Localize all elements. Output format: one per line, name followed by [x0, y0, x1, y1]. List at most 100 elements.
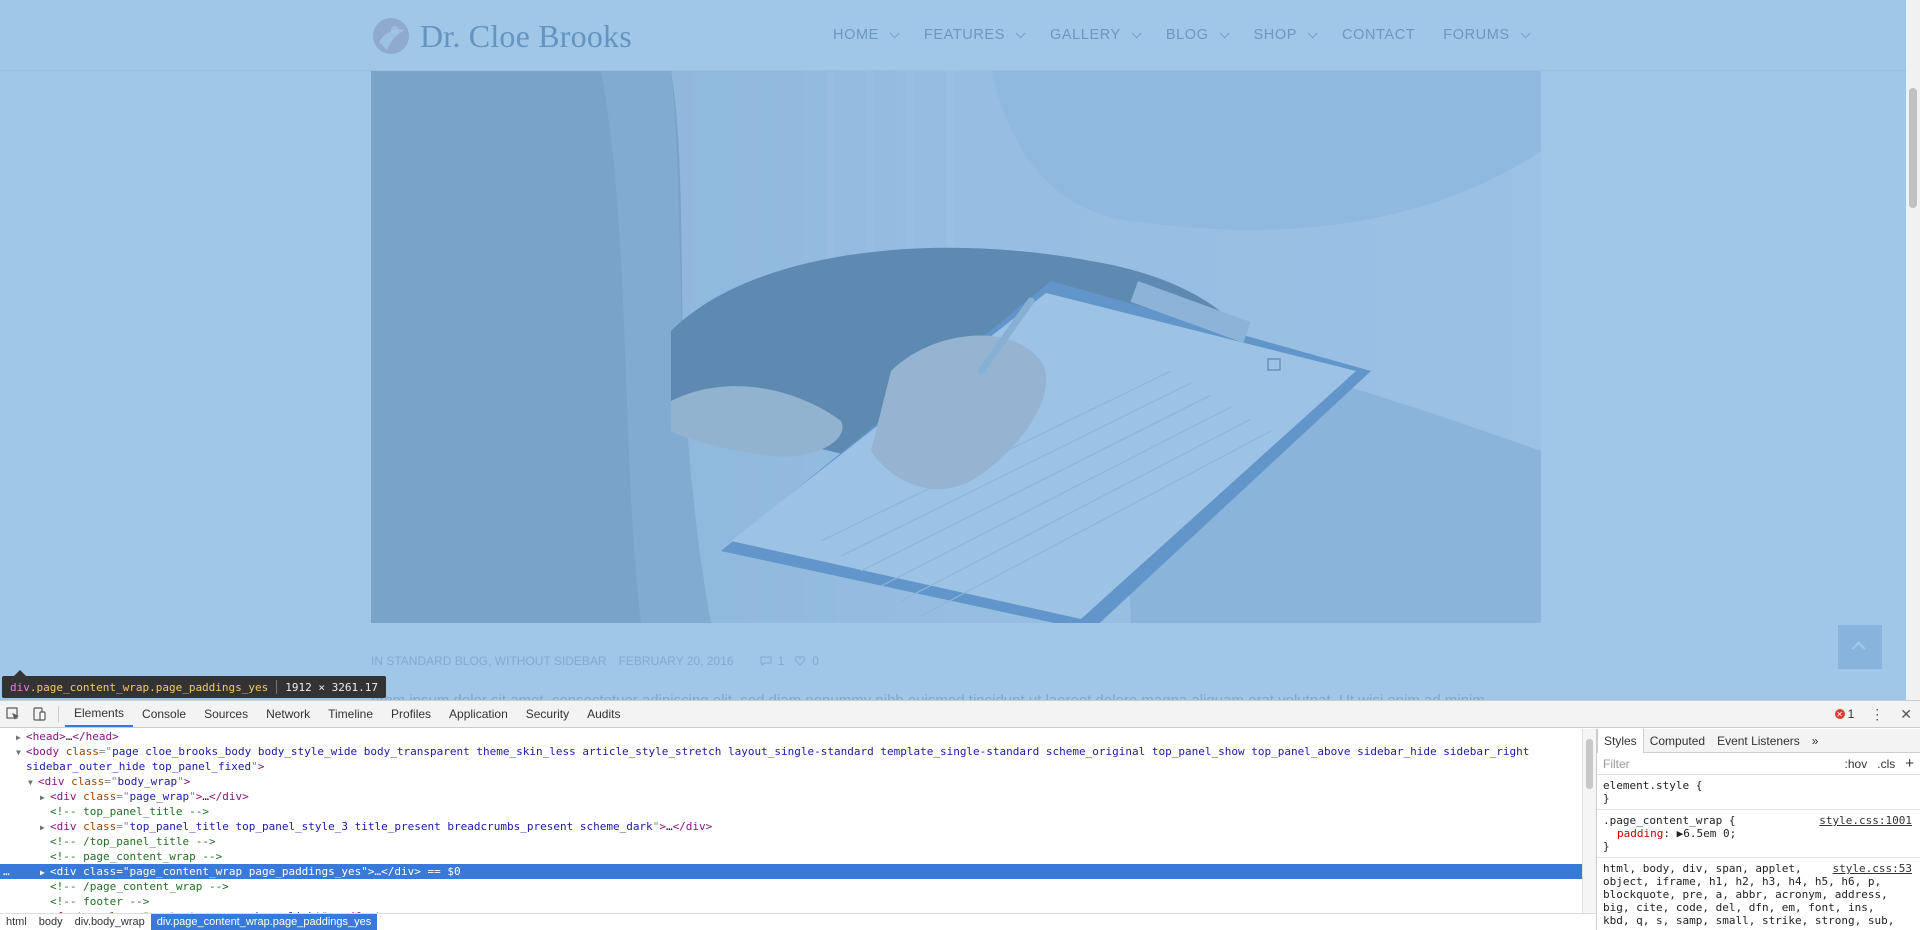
dom-token-eq: =" — [104, 775, 118, 788]
breadcrumb-page-content-wrap[interactable]: div.page_content_wrap.page_paddings_yes — [150, 914, 378, 930]
dom-node[interactable]: <!-- footer --> — [0, 894, 1582, 909]
class-toggle[interactable]: .cls — [1877, 757, 1895, 771]
tab-audits[interactable]: Audits — [578, 701, 629, 727]
dom-token-tag: <body — [26, 745, 66, 758]
dom-tree-scrollbar[interactable] — [1582, 729, 1596, 913]
expand-triangle-icon[interactable]: ▶ — [40, 790, 50, 805]
tab-network[interactable]: Network — [257, 701, 319, 727]
dom-token-tag: <div — [50, 790, 84, 803]
dom-token-tag: <div — [38, 775, 72, 788]
clipboard-writing-photo — [371, 71, 1541, 623]
like-count[interactable]: 0 — [812, 654, 819, 668]
rule-selector-line: blockquote, pre, a, abbr, acronym, addre… — [1603, 888, 1888, 901]
devtools-right-controls: ✕ 1 ⋮ ✕ — [1834, 701, 1912, 727]
dom-node[interactable]: ▶ <head>…</head> — [0, 729, 1582, 744]
expand-triangle-icon[interactable]: ▶ — [16, 730, 26, 745]
device-toolbar-button[interactable] — [26, 701, 52, 727]
dom-node[interactable]: <!-- page_content_wrap --> — [0, 849, 1582, 864]
dom-node[interactable]: <!-- /page_content_wrap --> — [0, 879, 1582, 894]
node-actions-icon[interactable]: … — [3, 864, 10, 879]
tab-profiles[interactable]: Profiles — [382, 701, 440, 727]
dom-token-eq: " — [177, 775, 184, 788]
website-viewport: Dr. Cloe Brooks HOME FEATURES GALLERY BL… — [0, 0, 1920, 700]
dom-tree-scrollbar-thumb[interactable] — [1586, 739, 1593, 789]
collapse-triangle-icon[interactable]: ▼ — [16, 745, 26, 760]
devtools-toolbar: Elements Console Sources Network Timelin… — [0, 701, 1920, 728]
tooltip-divider — [276, 680, 278, 694]
more-options-icon[interactable]: ⋮ — [1870, 706, 1884, 723]
chevron-down-icon — [1219, 27, 1230, 38]
reset-rule[interactable]: html, body, div, span, applet, style.css… — [1597, 858, 1920, 930]
dom-token-val: top_panel_title top_panel_style_3 title_… — [129, 820, 653, 833]
site-logo[interactable]: Dr. Cloe Brooks — [371, 12, 632, 60]
post-featured-image[interactable] — [371, 71, 1541, 623]
breadcrumb-html[interactable]: html — [0, 914, 33, 930]
css-value[interactable]: ▶6.5em 0; — [1677, 827, 1737, 840]
expand-triangle-icon[interactable]: ▶ — [40, 820, 50, 835]
post-date[interactable]: FEBRUARY 20, 2016 — [619, 654, 734, 668]
tab-computed[interactable]: Computed — [1644, 729, 1711, 753]
nav-item-gallery[interactable]: GALLERY — [1050, 27, 1142, 43]
dom-token-val: page cloe_brooks_body body_style_wide bo… — [112, 745, 1530, 758]
expand-triangle-icon[interactable]: ▶ — [40, 865, 50, 880]
post-meta: IN STANDARD BLOG, WITHOUT SIDEBAR FEBRUA… — [371, 652, 829, 670]
nav-item-home[interactable]: HOME — [833, 27, 900, 43]
dom-token-eq: =" — [116, 865, 130, 878]
collapse-triangle-icon[interactable]: ▼ — [28, 775, 38, 790]
nav-item-blog[interactable]: BLOG — [1166, 27, 1230, 43]
error-icon[interactable]: ✕ — [1834, 709, 1845, 719]
tab-sources[interactable]: Sources — [195, 701, 257, 727]
select-element-icon — [6, 707, 19, 720]
tab-application[interactable]: Application — [440, 701, 517, 727]
heart-icon — [794, 656, 806, 666]
page-content-wrap-rule[interactable]: .page_content_wrap { style.css:1001 padd… — [1597, 810, 1920, 858]
dom-node[interactable]: <!-- /top_panel_title --> — [0, 834, 1582, 849]
rule-source-link[interactable]: style.css:1001 — [1819, 814, 1912, 827]
page-scrollbar-thumb[interactable] — [1909, 88, 1917, 208]
rule-source-link[interactable]: style.css:53 — [1833, 862, 1912, 875]
nav-item-contact[interactable]: CONTACT — [1342, 27, 1415, 43]
tab-elements[interactable]: Elements — [65, 701, 134, 727]
chevron-down-icon — [1131, 27, 1142, 38]
nav-item-features[interactable]: FEATURES — [924, 27, 1026, 43]
scroll-to-top-button[interactable] — [1838, 625, 1882, 669]
tab-console[interactable]: Console — [133, 701, 195, 727]
tooltip-classes: .page_content_wrap.page_paddings_yes — [29, 680, 269, 694]
tab-security[interactable]: Security — [517, 701, 578, 727]
device-mode-icon — [33, 707, 46, 721]
breadcrumb-body[interactable]: body — [33, 914, 69, 930]
dom-token-attr: class — [71, 775, 105, 788]
hover-state-toggle[interactable]: :hov — [1845, 757, 1868, 771]
close-icon[interactable]: ✕ — [1900, 706, 1912, 723]
element-style-rule[interactable]: element.style { } — [1597, 775, 1920, 810]
tab-timeline[interactable]: Timeline — [319, 701, 382, 727]
styles-sidebar: Styles Computed Event Listeners » Filter… — [1596, 728, 1920, 930]
error-count[interactable]: 1 — [1848, 707, 1855, 721]
tab-styles[interactable]: Styles — [1597, 728, 1644, 753]
more-tabs-icon[interactable]: » — [1806, 729, 1825, 753]
dom-node[interactable]: ▼ <div class="body_wrap"> — [0, 774, 1582, 789]
dom-token-tag: > — [367, 865, 375, 878]
css-property[interactable]: padding — [1603, 827, 1663, 840]
dom-token-eq: =" — [98, 745, 113, 758]
elements-dom-tree[interactable]: ▶ <head>…</head> ▼ <body class="page cloe_b… — [0, 729, 1582, 913]
nav-item-forums[interactable]: FORUMS — [1443, 27, 1531, 43]
breadcrumb-body-wrap[interactable]: div.body_wrap — [69, 914, 151, 930]
add-rule-icon[interactable]: + — [1905, 755, 1914, 772]
inspect-element-button[interactable] — [0, 701, 26, 727]
dom-node[interactable]: <!-- top_panel_title --> — [0, 804, 1582, 819]
dom-token-eq: " — [251, 760, 258, 773]
dom-node-selected[interactable]: … ▶ <div class="page_content_wrap page_pad… — [0, 864, 1582, 879]
dom-node[interactable]: ▼ <body class="page cloe_brooks_body body… — [0, 744, 1582, 759]
nav-item-shop[interactable]: SHOP — [1254, 27, 1318, 43]
comment-count[interactable]: 1 — [778, 654, 785, 668]
post-category-link[interactable]: IN STANDARD BLOG, WITHOUT SIDEBAR — [371, 654, 607, 668]
page-scrollbar[interactable] — [1906, 0, 1920, 700]
dom-node[interactable]: ▶ <div class="page_wrap">…</div> — [0, 789, 1582, 804]
dom-node[interactable]: sidebar_outer_hide top_panel_fixed"> — [0, 759, 1582, 774]
dom-token-val: page_content_wrap page_paddings_yes — [129, 865, 362, 878]
tab-event-listeners[interactable]: Event Listeners — [1711, 729, 1806, 753]
styles-filter-input[interactable]: Filter — [1603, 757, 1630, 771]
dom-node[interactable]: ▶ <div class="top_panel_title top_panel_s… — [0, 819, 1582, 834]
main-navigation: HOME FEATURES GALLERY BLOG SHOP CONTACT … — [833, 0, 1555, 70]
